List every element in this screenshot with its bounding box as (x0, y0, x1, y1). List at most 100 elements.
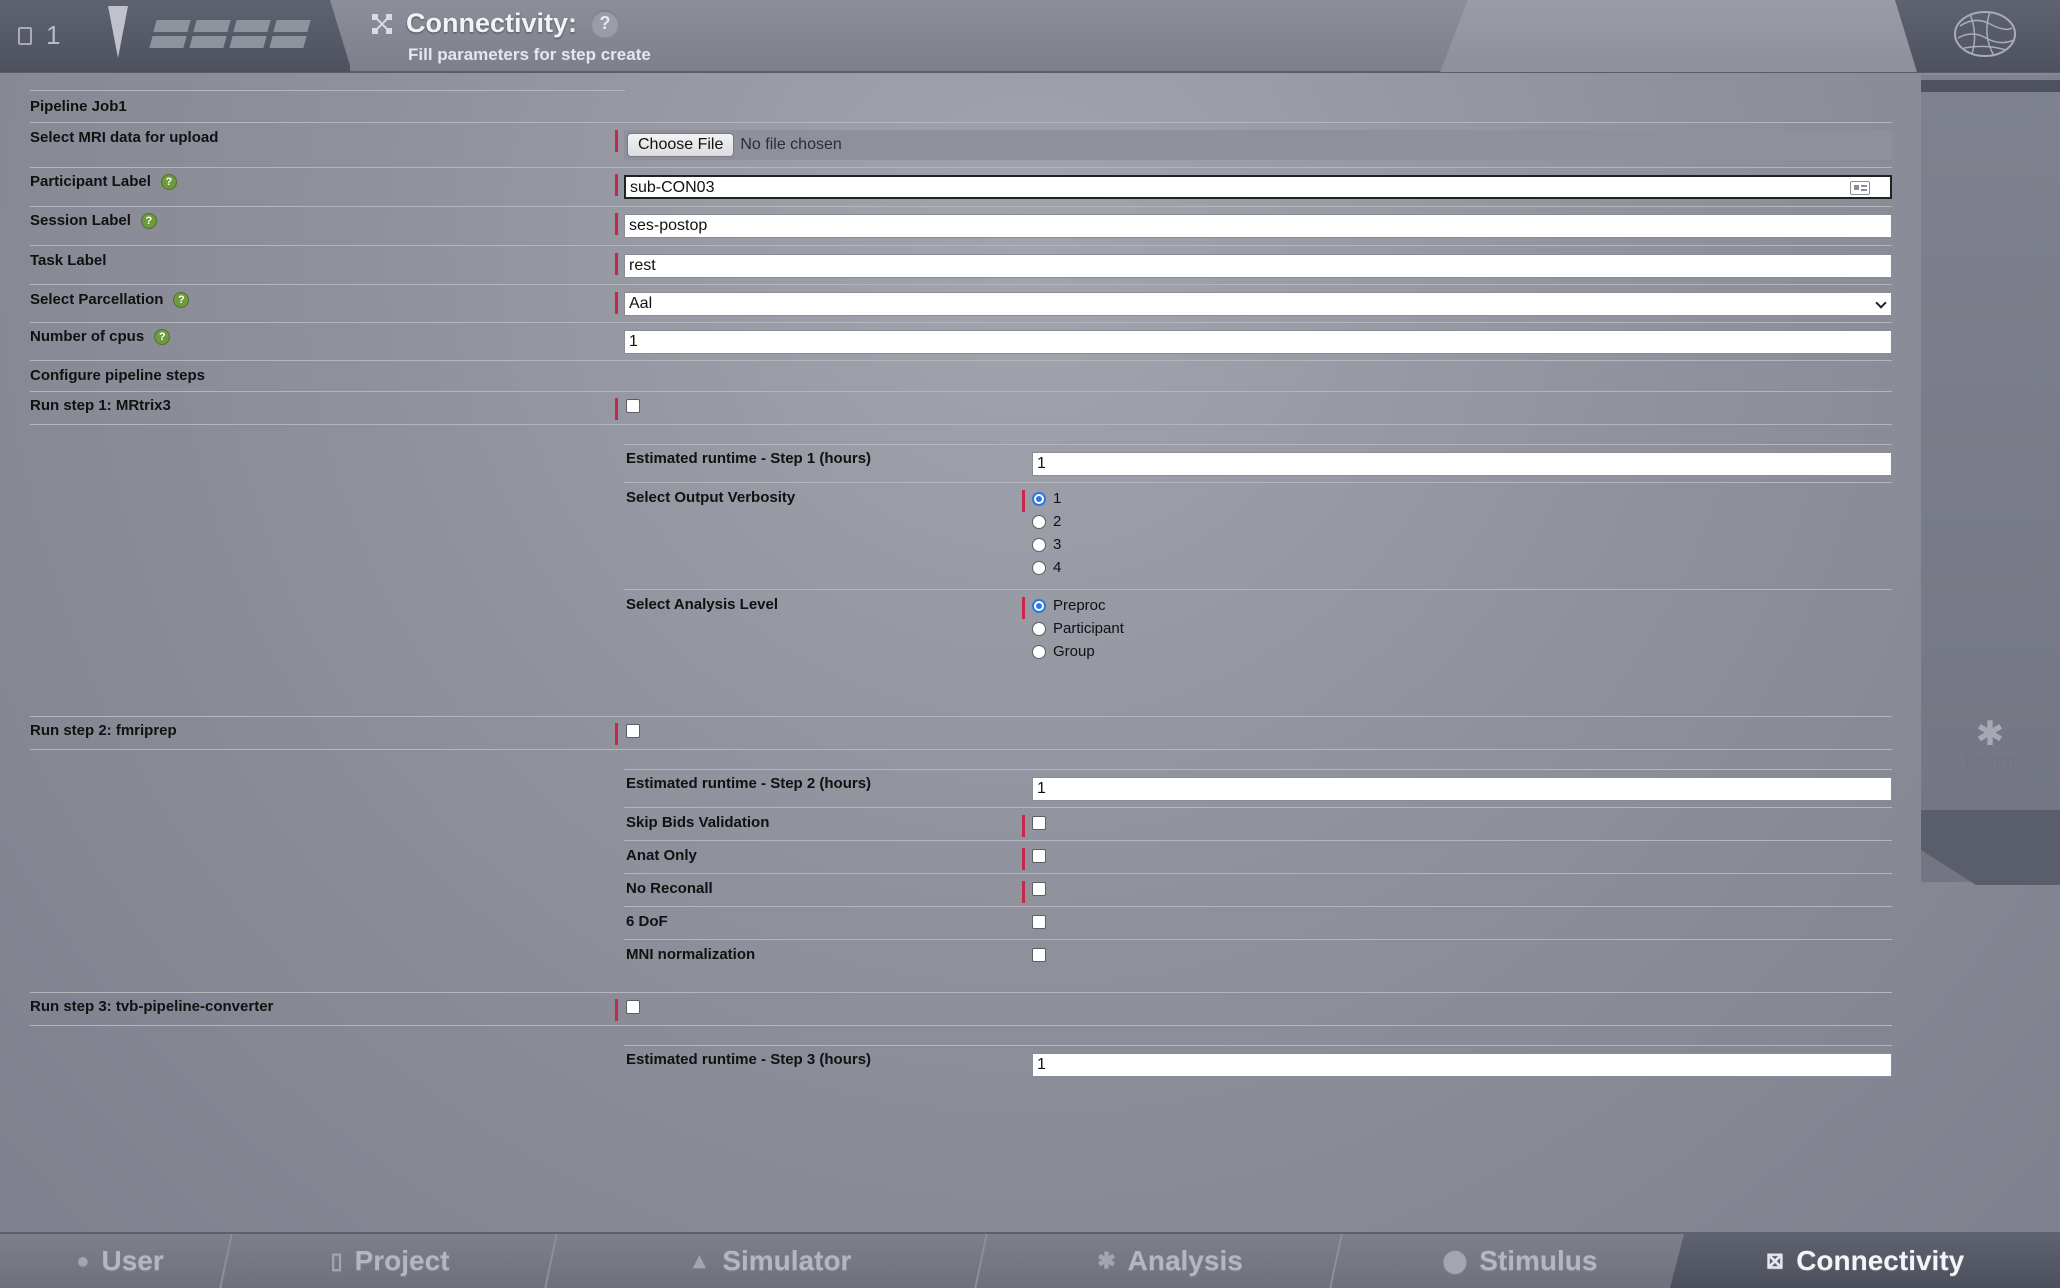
top-header: 1 Connectivity: ? Fill parameters for st… (0, 0, 2060, 73)
skip-bids-label: Skip Bids Validation (626, 814, 770, 831)
step1-checkbox[interactable] (626, 399, 640, 413)
mri-file-input[interactable]: Choose File No file chosen (624, 130, 1892, 160)
task-label: Task Label (30, 252, 107, 269)
header-right-tab (1440, 0, 1920, 72)
verbosity-option-4[interactable]: 4 (1032, 559, 1061, 576)
radio-selected[interactable] (1032, 598, 1046, 613)
required-marker (1022, 881, 1025, 903)
gear-icon: ✱ (1975, 715, 2005, 753)
skip-bids-checkbox[interactable] (1032, 816, 1046, 830)
choose-file-button[interactable]: Choose File (627, 133, 735, 157)
map-pin-icon: ⬤ (1442, 1248, 1468, 1273)
step3-label: Run step 3: tvb-pipeline-converter (30, 998, 274, 1015)
pipeline-job-label: Pipeline Job1 (30, 98, 127, 115)
flask-icon: ▲ (688, 1248, 711, 1273)
required-marker (615, 999, 618, 1021)
participant-label-value: sub-CON03 (630, 179, 715, 196)
required-marker (615, 292, 618, 314)
required-marker (1022, 815, 1025, 837)
mni-checkbox[interactable] (1032, 948, 1046, 962)
nav-connectivity[interactable]: ⊠ Connectivity (1670, 1234, 2060, 1288)
participant-label-input[interactable]: sub-CON03 (624, 175, 1892, 199)
parcellation-select[interactable]: Aal (624, 292, 1892, 316)
required-marker (615, 213, 618, 235)
required-marker (615, 253, 618, 275)
dof-label: 6 DoF (626, 913, 668, 930)
step2-checkbox[interactable] (626, 724, 640, 738)
radio[interactable] (1032, 644, 1046, 659)
brain-logo-icon[interactable] (1950, 6, 2020, 62)
dof-checkbox[interactable] (1032, 915, 1046, 929)
analysis-level-label: Select Analysis Level (626, 596, 779, 613)
step-grid-icon[interactable] (149, 20, 315, 52)
help-icon[interactable]: ? (154, 328, 171, 345)
document-icon: ▯ (330, 1248, 343, 1273)
parcellation-label: Select Parcellation ? (30, 291, 190, 308)
no-reconall-label: No Reconall (626, 880, 713, 897)
help-icon[interactable]: ? (591, 9, 620, 38)
connectivity-icon (370, 12, 394, 36)
launch-button[interactable]: ✱ Launch (1950, 715, 2030, 770)
radio[interactable] (1032, 514, 1046, 529)
document-icon (18, 26, 32, 45)
step3-checkbox[interactable] (626, 1000, 640, 1014)
required-marker (615, 398, 618, 420)
anat-only-checkbox[interactable] (1032, 849, 1046, 863)
required-marker (615, 723, 618, 745)
task-label-input[interactable]: rest (624, 254, 1892, 278)
nav-analysis[interactable]: ✱ Analysis (1050, 1234, 1290, 1288)
step1-runtime-input[interactable]: 1 (1032, 452, 1892, 476)
radio-selected[interactable] (1032, 491, 1046, 506)
nav-stimulus[interactable]: ⬤ Stimulus (1400, 1234, 1640, 1288)
chevron-down-icon (1875, 297, 1887, 309)
session-label: Session Label ? (30, 212, 157, 229)
connectivity-icon: ⊠ (1765, 1248, 1785, 1273)
side-panel-top-bar (1921, 80, 2060, 92)
required-marker (1022, 490, 1025, 512)
verbosity-option-2[interactable]: 2 (1032, 513, 1061, 530)
verbosity-label: Select Output Verbosity (626, 489, 796, 506)
nav-simulator[interactable]: ▲ Simulator (650, 1234, 890, 1288)
parcellation-label-text: Select Parcellation (30, 291, 164, 308)
page-title: Connectivity: (406, 8, 578, 38)
analysis-option-participant[interactable]: Participant (1032, 620, 1124, 637)
contact-card-icon[interactable] (1850, 181, 1870, 195)
help-icon[interactable]: ? (140, 212, 157, 229)
step2-runtime-input[interactable]: 1 (1032, 777, 1892, 801)
launch-label: Launch (1965, 753, 2015, 770)
session-label-input[interactable]: ses-postop (624, 214, 1892, 238)
anat-only-label: Anat Only (626, 847, 697, 864)
page-subtitle: Fill parameters for step create (408, 45, 651, 64)
bottom-nav: ● User ▯ Project ▲ Simulator ✱ Analysis … (0, 1232, 2060, 1288)
cpus-label: Number of cpus ? (30, 328, 171, 345)
user-icon: ● (76, 1248, 90, 1273)
parcellation-value: Aal (629, 295, 653, 312)
no-reconall-checkbox[interactable] (1032, 882, 1046, 896)
help-icon[interactable]: ? (173, 291, 190, 308)
radio[interactable] (1032, 621, 1046, 636)
nav-user[interactable]: ● User (40, 1234, 200, 1288)
step3-runtime-input[interactable]: 1 (1032, 1053, 1892, 1077)
step3-runtime-label: Estimated runtime - Step 3 (hours) (626, 1051, 872, 1068)
analysis-option-preproc[interactable]: Preproc (1032, 597, 1106, 614)
project-badge[interactable]: 1 (18, 20, 60, 51)
required-marker (1022, 848, 1025, 870)
step1-label: Run step 1: MRtrix3 (30, 397, 171, 414)
radio[interactable] (1032, 560, 1046, 575)
mni-label: MNI normalization (626, 946, 756, 963)
header-title-block: Connectivity: ? Fill parameters for step… (370, 8, 651, 65)
verbosity-option-3[interactable]: 3 (1032, 536, 1061, 553)
nav-project[interactable]: ▯ Project (290, 1234, 490, 1288)
help-icon[interactable]: ? (160, 173, 177, 190)
step2-runtime-label: Estimated runtime - Step 2 (hours) (626, 775, 872, 792)
cpus-label-text: Number of cpus (30, 328, 145, 345)
analysis-option-group[interactable]: Group (1032, 643, 1095, 660)
configure-steps-label: Configure pipeline steps (30, 367, 206, 384)
participant-label-text: Participant Label (30, 173, 151, 190)
required-marker (1022, 597, 1025, 619)
gear-icon: ✱ (1097, 1248, 1116, 1273)
radio[interactable] (1032, 537, 1046, 552)
session-label-text: Session Label (30, 212, 131, 229)
cpus-input[interactable]: 1 (624, 330, 1892, 354)
verbosity-option-1[interactable]: 1 (1032, 490, 1061, 507)
